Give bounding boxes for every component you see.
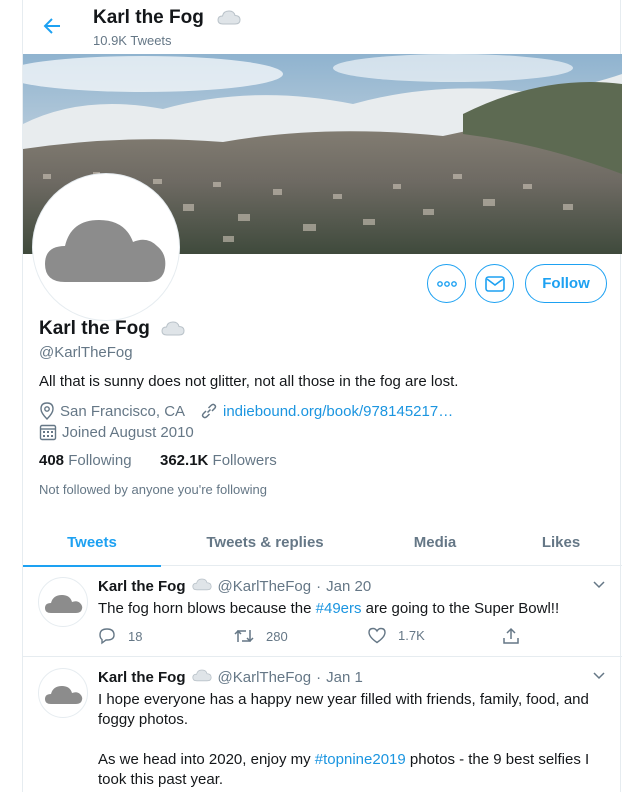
chevron-down-icon[interactable]: [592, 577, 606, 595]
cloud-avatar-icon: [45, 220, 166, 282]
heart-icon: [368, 627, 386, 644]
tweet[interactable]: Karl the Fog @KarlTheFog · Jan 1 I hope …: [23, 658, 622, 792]
reply-icon: [99, 628, 115, 645]
separator-dot: ·: [316, 577, 322, 595]
message-button[interactable]: [475, 264, 514, 303]
tweet-text: I hope everyone has a happy new year fil…: [98, 690, 608, 790]
tweet-header: Karl the Fog @KarlTheFog · Jan 1: [98, 668, 363, 686]
following-count: 408: [39, 452, 65, 469]
tweet[interactable]: Karl the Fog @KarlTheFog · Jan 20 The fo…: [23, 567, 622, 657]
website-link[interactable]: indiebound.org/book/978145217…: [223, 403, 453, 420]
tweet-text-paragraph: I hope everyone has a happy new year fil…: [98, 691, 589, 728]
tweet-author-name[interactable]: Karl the Fog: [98, 669, 186, 686]
tweet-text: The fog horn blows because the #49ers ar…: [98, 599, 608, 619]
tab-tweets[interactable]: Tweets: [23, 518, 161, 567]
tweet-date[interactable]: Jan 20: [326, 578, 371, 595]
tweet-text-part: The fog horn blows because the: [98, 600, 316, 617]
tweet-header: Karl the Fog @KarlTheFog · Jan 20: [98, 577, 371, 595]
following-label: Following: [68, 452, 132, 469]
cloud-emoji-icon: [161, 320, 185, 341]
not-followed-note: Not followed by anyone you're following: [39, 482, 267, 497]
more-options-button[interactable]: [427, 264, 466, 303]
like-count: 1.7K: [398, 628, 425, 643]
followers-label: Followers: [212, 452, 277, 469]
profile-website[interactable]: indiebound.org/book/978145217…: [200, 402, 453, 420]
profile-header-bar: Karl the Fog 10.9K Tweets: [23, 0, 622, 54]
followers-count-link[interactable]: 362.1K Followers: [160, 452, 277, 469]
join-date-text: Joined August 2010: [62, 423, 194, 441]
envelope-icon: [484, 275, 505, 292]
cloud-emoji-icon: [191, 577, 212, 595]
back-arrow-icon[interactable]: [40, 14, 64, 38]
tab-media[interactable]: Media: [383, 518, 487, 566]
like-button[interactable]: 1.7K: [368, 627, 425, 644]
retweet-count: 280: [266, 628, 288, 644]
followers-count: 362.1K: [160, 452, 209, 469]
share-button[interactable]: [502, 627, 532, 645]
header-profile-name: Karl the Fog: [93, 7, 204, 28]
tab-likes[interactable]: Likes: [511, 518, 611, 566]
more-dots-icon: [436, 280, 457, 287]
tab-tweets-and-replies[interactable]: Tweets & replies: [183, 518, 347, 566]
cloud-avatar-icon: [45, 686, 83, 704]
chevron-down-icon[interactable]: [592, 668, 606, 686]
link-icon: [201, 403, 217, 419]
cloud-emoji-icon: [217, 9, 241, 30]
profile-column: Karl the Fog 10.9K Tweets Follow Karl th…: [22, 0, 622, 792]
profile-tabs: Tweets Tweets & replies Media Likes: [23, 518, 622, 567]
hashtag-link[interactable]: #49ers: [316, 600, 362, 617]
tweet-text-part: are going to the Super Bowl!!: [361, 600, 560, 617]
profile-location: San Francisco, CA: [39, 402, 185, 420]
tweet-text-part: As we head into 2020, enjoy my: [98, 751, 315, 768]
tweet-date[interactable]: Jan 1: [326, 669, 363, 686]
reply-button[interactable]: 18: [98, 627, 142, 645]
retweet-button[interactable]: 280: [234, 627, 288, 645]
tweet-author-name[interactable]: Karl the Fog: [98, 578, 186, 595]
tweet-avatar[interactable]: [38, 668, 88, 718]
cloud-emoji-icon: [191, 668, 212, 686]
tweet-author-handle[interactable]: @KarlTheFog: [218, 578, 312, 595]
profile-bio: All that is sunny does not glitter, not …: [39, 373, 459, 390]
separator-dot: ·: [316, 668, 322, 686]
profile-name: Karl the Fog: [39, 318, 150, 339]
tweet-avatar[interactable]: [38, 577, 88, 627]
following-count-link[interactable]: 408 Following: [39, 452, 132, 469]
profile-avatar[interactable]: [33, 174, 179, 320]
share-icon: [503, 627, 519, 644]
tweet-actions: 18 280 1.7K: [98, 627, 548, 647]
location-pin-icon: [40, 402, 54, 420]
retweet-icon: [234, 629, 254, 643]
header-tweet-count: 10.9K Tweets: [93, 33, 172, 48]
hashtag-link[interactable]: #topnine2019: [315, 751, 406, 768]
follow-button[interactable]: Follow: [525, 264, 607, 303]
cloud-avatar-icon: [45, 595, 83, 613]
tweet-text-paragraph: As we head into 2020, enjoy my #topnine2…: [98, 750, 608, 790]
tweet-author-handle[interactable]: @KarlTheFog: [218, 669, 312, 686]
reply-count: 18: [128, 628, 143, 644]
profile-join-date: Joined August 2010: [39, 423, 194, 441]
location-text: San Francisco, CA: [60, 402, 186, 420]
profile-handle: @KarlTheFog: [39, 344, 133, 361]
calendar-icon: [39, 424, 57, 441]
